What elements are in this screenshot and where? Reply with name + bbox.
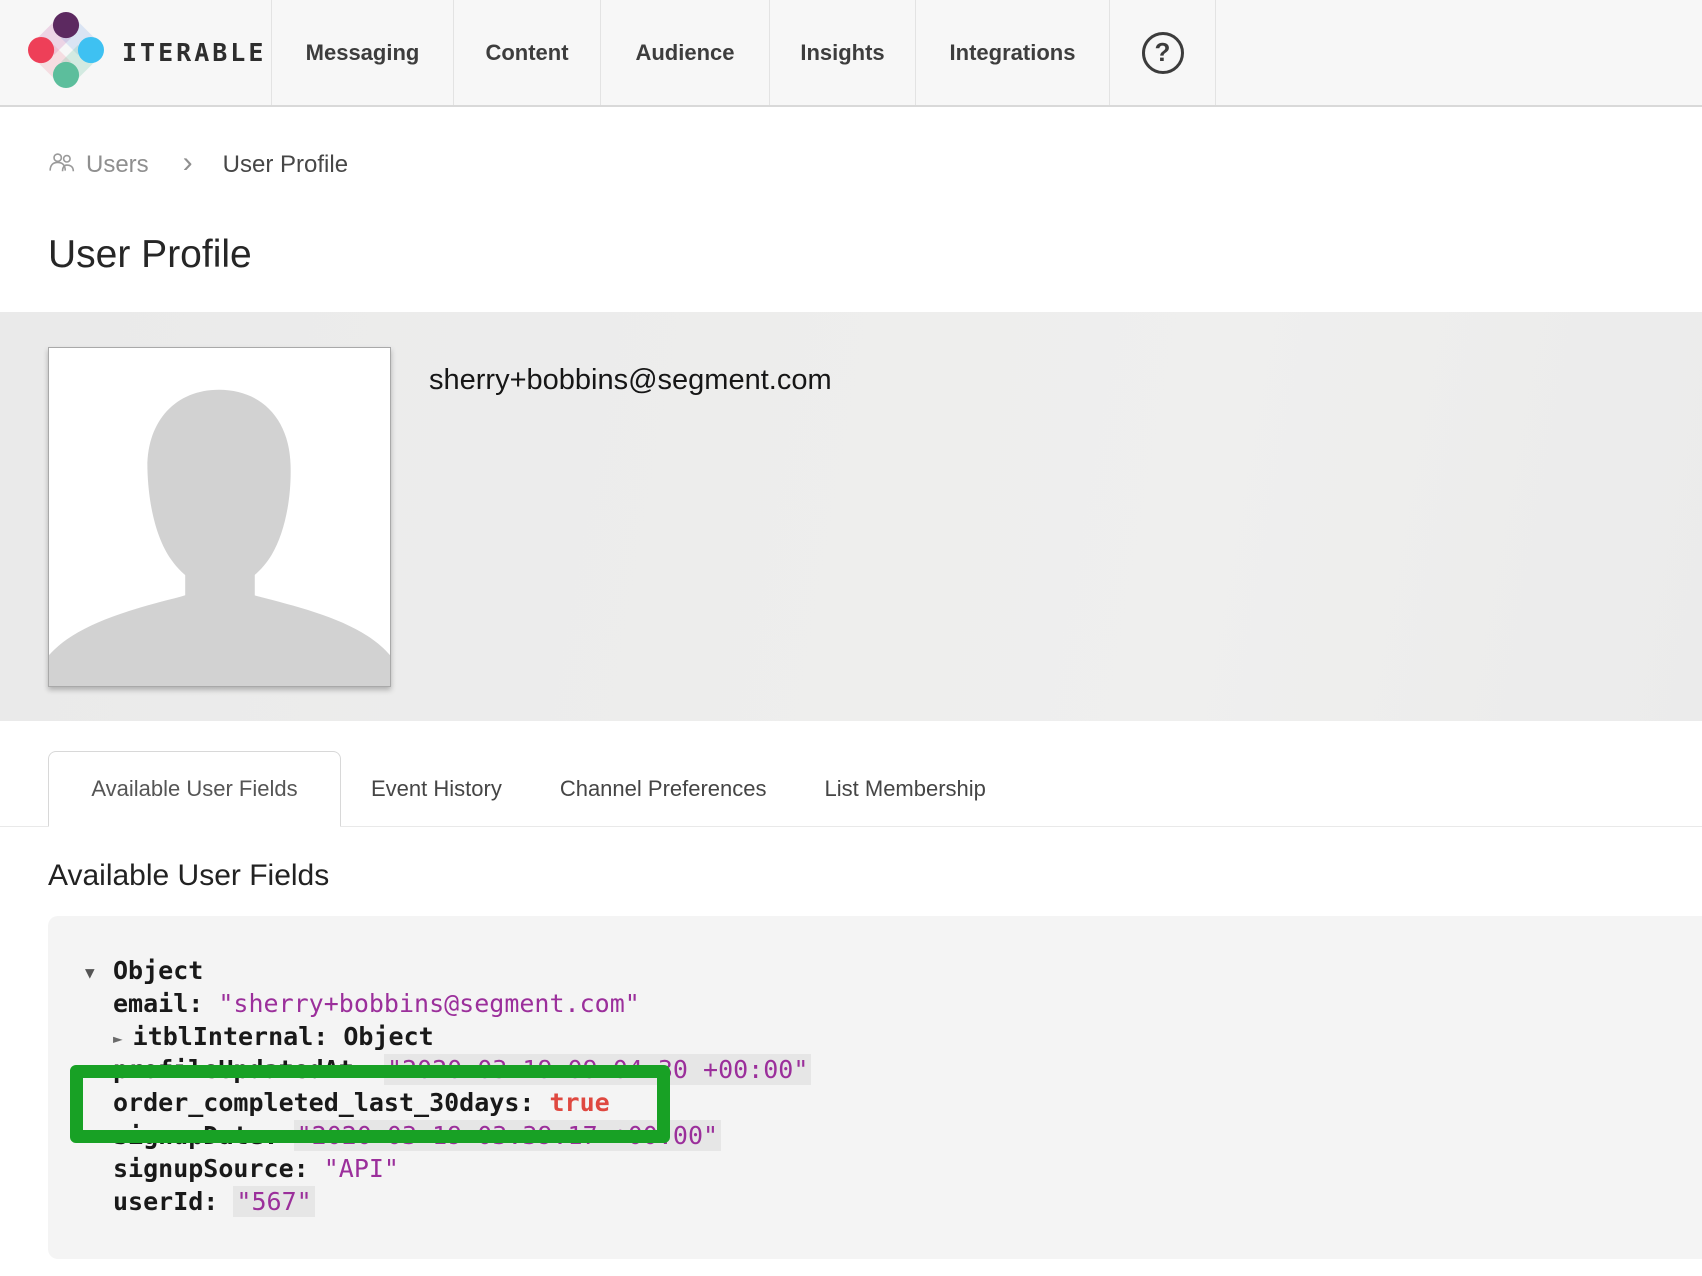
iterable-logo-mark-icon <box>28 12 104 93</box>
tree-rows: email: "sherry+bobbins@segment.com" ► itbl… <box>85 987 1702 1218</box>
field-key: email: <box>113 989 218 1018</box>
triangle-right-icon[interactable]: ► <box>113 1029 123 1048</box>
person-silhouette-icon <box>49 348 390 686</box>
field-value: "567" <box>233 1186 314 1217</box>
breadcrumb-current: User Profile <box>223 151 348 179</box>
tree-row-userId: userId: "567" <box>85 1185 1702 1218</box>
nav-item-insights[interactable]: Insights <box>769 0 915 105</box>
tree-row-signupSource: signupSource: "API" <box>85 1152 1702 1185</box>
tree-row-itblInternal: ► itblInternal: Object <box>85 1020 1702 1053</box>
field-value: "API" <box>324 1154 399 1183</box>
top-navbar: ITERABLE MessagingContentAudienceInsight… <box>0 0 1702 107</box>
field-key: userId: <box>113 1187 233 1216</box>
iterable-logo-text: ITERABLE <box>122 38 266 67</box>
tab-list-membership[interactable]: List Membership <box>825 776 986 802</box>
avatar <box>48 347 391 687</box>
user-fields-tree: ▼Object email: "sherry+bobbins@segment.c… <box>48 916 1702 1259</box>
profile-tabs: Available User Fields Event History Channe… <box>0 751 1702 827</box>
field-value: "2020-03-19 03:39:17 +00:00" <box>294 1120 721 1151</box>
tree-row-signupDate: signupDate: "2020-03-19 03:39:17 +00:00" <box>85 1119 1702 1152</box>
field-value: Object <box>343 1022 433 1051</box>
field-value: "2020-03-19 09:04:30 +00:00" <box>384 1054 811 1085</box>
chevron-right-icon: › <box>183 146 193 180</box>
nav-item-audience[interactable]: Audience <box>600 0 769 105</box>
field-key: signupSource: <box>113 1154 324 1183</box>
nav-items: MessagingContentAudienceInsightsIntegrat… <box>271 0 1109 105</box>
triangle-down-icon[interactable]: ▼ <box>85 956 113 989</box>
field-key: signupDate: <box>113 1121 294 1150</box>
iterable-logo[interactable]: ITERABLE <box>0 0 271 105</box>
tab-channel-preferences[interactable]: Channel Preferences <box>560 776 767 802</box>
field-key: order_completed_last_30days: <box>113 1088 550 1117</box>
profile-email: sherry+bobbins@segment.com <box>429 364 832 397</box>
breadcrumb: Users › User Profile <box>48 150 1702 180</box>
field-value: true <box>550 1088 610 1117</box>
tree-row-profileUpdatedAt: profileUpdatedAt: "2020-03-19 09:04:30 +… <box>85 1053 1702 1086</box>
breadcrumb-users-link[interactable]: Users <box>48 151 149 180</box>
tree-root-row: ▼Object <box>85 954 1702 987</box>
tab-event-history[interactable]: Event History <box>371 776 502 802</box>
field-value: "sherry+bobbins@segment.com" <box>218 989 639 1018</box>
nav-item-integrations[interactable]: Integrations <box>915 0 1109 105</box>
tree-row-order_completed_last_30days: order_completed_last_30days: true <box>85 1086 1702 1119</box>
field-key: itblInternal: <box>133 1022 344 1051</box>
field-key: profileUpdatedAt: <box>113 1055 384 1084</box>
profile-header-band: sherry+bobbins@segment.com <box>0 312 1702 721</box>
users-icon <box>48 151 76 180</box>
tree-row-email: email: "sherry+bobbins@segment.com" <box>85 987 1702 1020</box>
tab-available-user-fields[interactable]: Available User Fields <box>48 751 341 827</box>
section-heading: Available User Fields <box>48 859 1702 893</box>
tree-root-label: Object <box>113 956 203 985</box>
nav-item-content[interactable]: Content <box>453 0 600 105</box>
nav-item-messaging[interactable]: Messaging <box>271 0 453 105</box>
question-mark-circle-icon: ? <box>1142 32 1184 74</box>
help-button[interactable]: ? <box>1109 0 1216 105</box>
page-title: User Profile <box>48 228 1702 282</box>
breadcrumb-users-label: Users <box>86 151 149 179</box>
